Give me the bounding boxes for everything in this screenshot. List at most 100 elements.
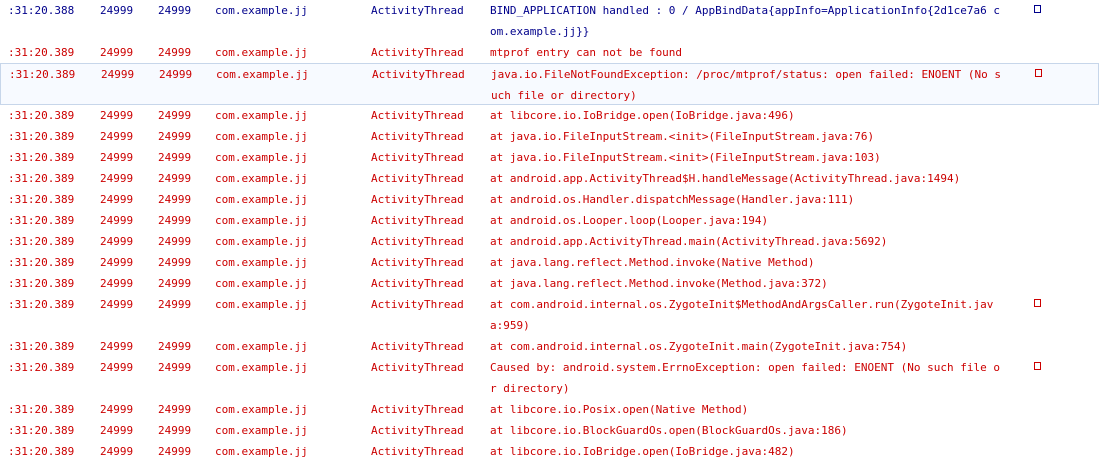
log-pid: 24999 <box>100 214 134 227</box>
log-row[interactable]: :31:20.389 24999 24999 com.example.jj Activi… <box>0 168 1102 189</box>
log-row[interactable]: :31:20.389 24999 24999 com.example.jj Activi… <box>0 399 1102 420</box>
log-tag: ActivityThread <box>371 298 464 311</box>
log-time: :31:20.389 <box>8 424 75 437</box>
log-row[interactable]: :31:20.389 24999 24999 com.example.jj Activi… <box>0 189 1102 210</box>
log-pid: 24999 <box>100 361 134 374</box>
log-application: com.example.jj <box>215 235 308 248</box>
log-time: :31:20.389 <box>8 361 75 374</box>
log-time: :31:20.389 <box>8 214 75 227</box>
logcat-message-list[interactable]: :31:20.388 24999 24999 com.example.jj Activi… <box>0 0 1102 472</box>
log-row[interactable]: :31:20.389 24999 24999 com.example.jj Activi… <box>0 420 1102 441</box>
log-tid: 24999 <box>159 68 193 81</box>
log-tag: ActivityThread <box>371 151 464 164</box>
log-row[interactable]: :31:20.389 24999 24999 com.example.jj Activi… <box>0 105 1102 126</box>
log-tag: ActivityThread <box>371 130 464 143</box>
log-tid: 24999 <box>158 361 192 374</box>
log-row[interactable]: :31:20.389 24999 24999 com.example.jj Activi… <box>0 273 1102 294</box>
log-tag: ActivityThread <box>371 277 464 290</box>
log-tid: 24999 <box>158 151 192 164</box>
log-application: com.example.jj <box>215 130 308 143</box>
log-message: at java.io.FileInputStream.<init>(FileIn… <box>490 151 881 164</box>
log-tag: ActivityThread <box>371 46 464 59</box>
log-pid: 24999 <box>100 109 134 122</box>
log-message: at android.os.Looper.loop(Looper.java:19… <box>490 214 769 227</box>
log-tag: ActivityThread <box>371 214 464 227</box>
log-message: at java.lang.reflect.Method.invoke(Nativ… <box>490 256 815 269</box>
log-pid: 24999 <box>100 298 134 311</box>
log-application: com.example.jj <box>215 277 308 290</box>
log-tid: 24999 <box>158 193 192 206</box>
log-tag: ActivityThread <box>371 424 464 437</box>
log-tid: 24999 <box>158 340 192 353</box>
log-message: BIND_APPLICATION handled : 0 / AppBindDa… <box>490 4 1000 17</box>
log-message: at libcore.io.IoBridge.open(IoBridge.jav… <box>490 445 795 458</box>
log-message: at libcore.io.BlockGuardOs.open(BlockGua… <box>490 424 848 437</box>
log-pid: 24999 <box>100 277 134 290</box>
log-row[interactable]: :31:20.389 24999 24999 com.example.jj Activi… <box>0 357 1102 399</box>
log-pid: 24999 <box>100 130 134 143</box>
log-time: :31:20.389 <box>9 68 76 81</box>
log-tag: ActivityThread <box>371 340 464 353</box>
log-pid: 24999 <box>100 151 134 164</box>
log-message-continuation: r directory) <box>490 382 570 395</box>
log-pid: 24999 <box>100 340 134 353</box>
log-pid: 24999 <box>100 424 134 437</box>
log-message: at libcore.io.IoBridge.open(IoBridge.jav… <box>490 109 795 122</box>
log-tid: 24999 <box>158 109 192 122</box>
log-row[interactable]: :31:20.389 24999 24999 com.example.jj Activi… <box>0 294 1102 336</box>
log-pid: 24999 <box>100 172 134 185</box>
log-message: mtprof entry can not be found <box>490 46 683 59</box>
log-time: :31:20.389 <box>8 46 75 59</box>
log-time: :31:20.389 <box>8 151 75 164</box>
log-pid: 24999 <box>101 68 135 81</box>
log-time: :31:20.389 <box>8 445 75 458</box>
log-message: java.io.FileNotFoundException: /proc/mtp… <box>491 68 1001 81</box>
log-pid: 24999 <box>100 193 134 206</box>
log-row[interactable]: :31:20.389 24999 24999 com.example.jj Activi… <box>0 147 1102 168</box>
log-pid: 24999 <box>100 445 134 458</box>
log-application: com.example.jj <box>215 193 308 206</box>
log-application: com.example.jj <box>215 172 308 185</box>
log-message: at com.android.internal.os.ZygoteInit.ma… <box>490 340 908 353</box>
log-tid: 24999 <box>158 214 192 227</box>
log-row-selected[interactable]: :31:20.389 24999 24999 com.example.jj Activi… <box>0 63 1099 105</box>
log-application: com.example.jj <box>215 46 308 59</box>
log-tag: ActivityThread <box>371 256 464 269</box>
log-pid: 24999 <box>100 256 134 269</box>
log-application: com.example.jj <box>215 151 308 164</box>
log-time: :31:20.388 <box>8 4 75 17</box>
log-tag: ActivityThread <box>371 193 464 206</box>
log-message: at com.android.internal.os.ZygoteInit$Me… <box>490 298 994 311</box>
log-tid: 24999 <box>158 256 192 269</box>
log-row[interactable]: :31:20.389 24999 24999 com.example.jj Activi… <box>0 336 1102 357</box>
line-wrap-icon <box>1035 69 1042 77</box>
log-time: :31:20.389 <box>8 193 75 206</box>
log-time: :31:20.389 <box>8 256 75 269</box>
log-application: com.example.jj <box>215 4 308 17</box>
log-message: Caused by: android.system.ErrnoException… <box>490 361 1000 374</box>
log-row[interactable]: :31:20.389 24999 24999 com.example.jj Activi… <box>0 210 1102 231</box>
log-row[interactable]: :31:20.389 24999 24999 com.example.jj Activi… <box>0 441 1102 462</box>
log-pid: 24999 <box>100 46 134 59</box>
log-tag: ActivityThread <box>371 445 464 458</box>
log-application: com.example.jj <box>215 361 308 374</box>
log-row[interactable]: :31:20.389 24999 24999 com.example.jj Activi… <box>0 252 1102 273</box>
log-row[interactable]: :31:20.389 24999 24999 com.example.jj Activi… <box>0 231 1102 252</box>
log-application: com.example.jj <box>216 68 309 81</box>
log-tid: 24999 <box>158 298 192 311</box>
log-message: at android.app.ActivityThread$H.handleMe… <box>490 172 961 185</box>
log-application: com.example.jj <box>215 109 308 122</box>
log-row[interactable]: :31:20.389 24999 24999 com.example.jj Activi… <box>0 42 1102 63</box>
log-tag: ActivityThread <box>371 4 464 17</box>
log-time: :31:20.389 <box>8 130 75 143</box>
log-row[interactable]: :31:20.388 24999 24999 com.example.jj Activi… <box>0 0 1102 42</box>
line-wrap-icon <box>1034 362 1041 370</box>
log-tag: ActivityThread <box>371 235 464 248</box>
log-row[interactable]: :31:20.389 24999 24999 com.example.jj Activi… <box>0 126 1102 147</box>
log-tid: 24999 <box>158 4 192 17</box>
log-tag: ActivityThread <box>371 172 464 185</box>
log-time: :31:20.389 <box>8 340 75 353</box>
log-message-continuation: uch file or directory) <box>491 89 637 102</box>
log-tid: 24999 <box>158 424 192 437</box>
log-application: com.example.jj <box>215 340 308 353</box>
